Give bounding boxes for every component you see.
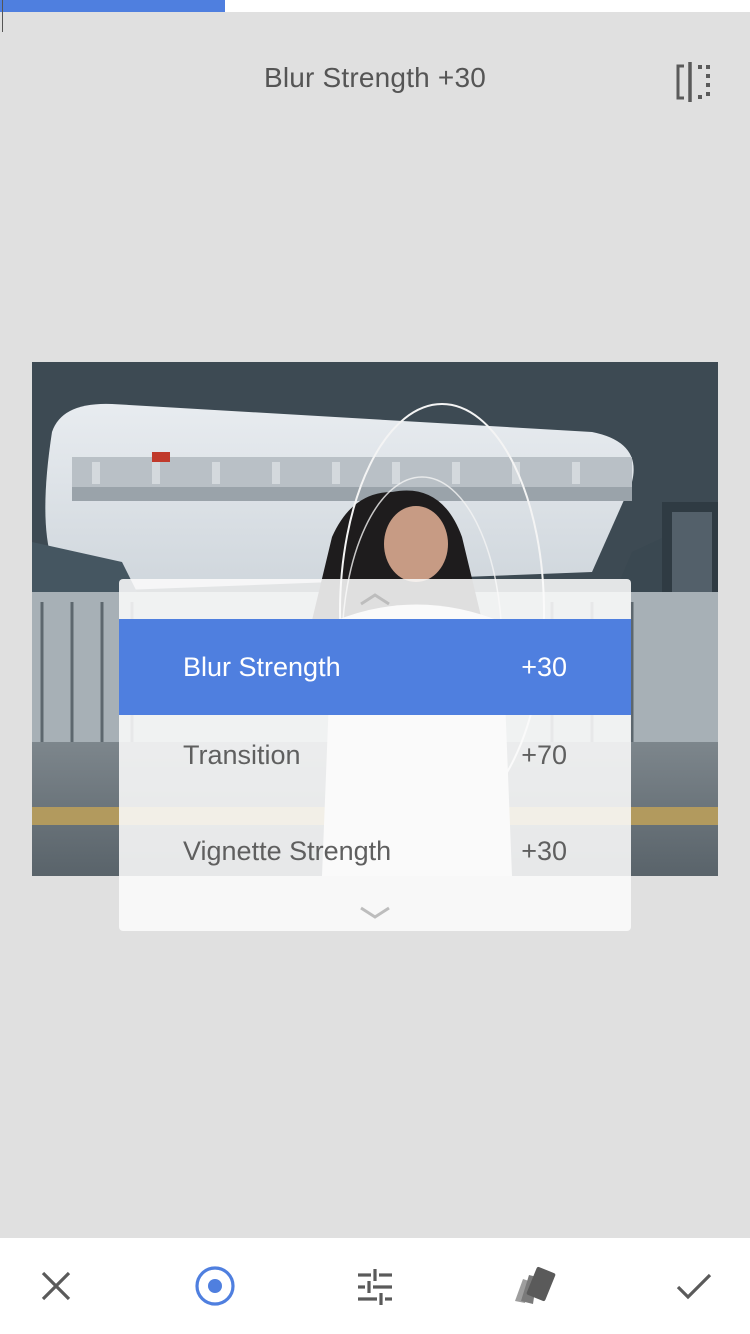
param-label: Transition (183, 739, 301, 770)
chevron-up-icon[interactable] (119, 579, 631, 619)
param-row-transition[interactable]: Transition +70 (119, 707, 631, 803)
param-value: +30 (521, 651, 567, 682)
sliders-icon[interactable] (327, 1238, 423, 1334)
text-cursor (2, 0, 3, 32)
param-value: +70 (521, 739, 567, 770)
param-label: Blur Strength (183, 651, 341, 682)
progress-bar (0, 0, 750, 12)
param-row-blur-strength[interactable]: Blur Strength +30 (119, 619, 631, 715)
page-title: Blur Strength +30 (263, 62, 487, 93)
bottom-toolbar (0, 1238, 750, 1334)
cards-icon[interactable] (486, 1238, 582, 1334)
compare-icon[interactable] (670, 60, 718, 104)
param-value: +30 (521, 835, 567, 866)
chevron-down-icon[interactable] (119, 893, 631, 931)
parameter-menu: Blur Strength +30 Transition +70 Vignett… (119, 579, 631, 931)
progress-fill (0, 0, 225, 12)
check-icon[interactable] (646, 1238, 742, 1334)
param-row-vignette-strength[interactable]: Vignette Strength +30 (119, 803, 631, 899)
param-label: Vignette Strength (183, 835, 392, 866)
target-icon[interactable] (167, 1238, 263, 1334)
close-icon[interactable] (8, 1238, 104, 1334)
